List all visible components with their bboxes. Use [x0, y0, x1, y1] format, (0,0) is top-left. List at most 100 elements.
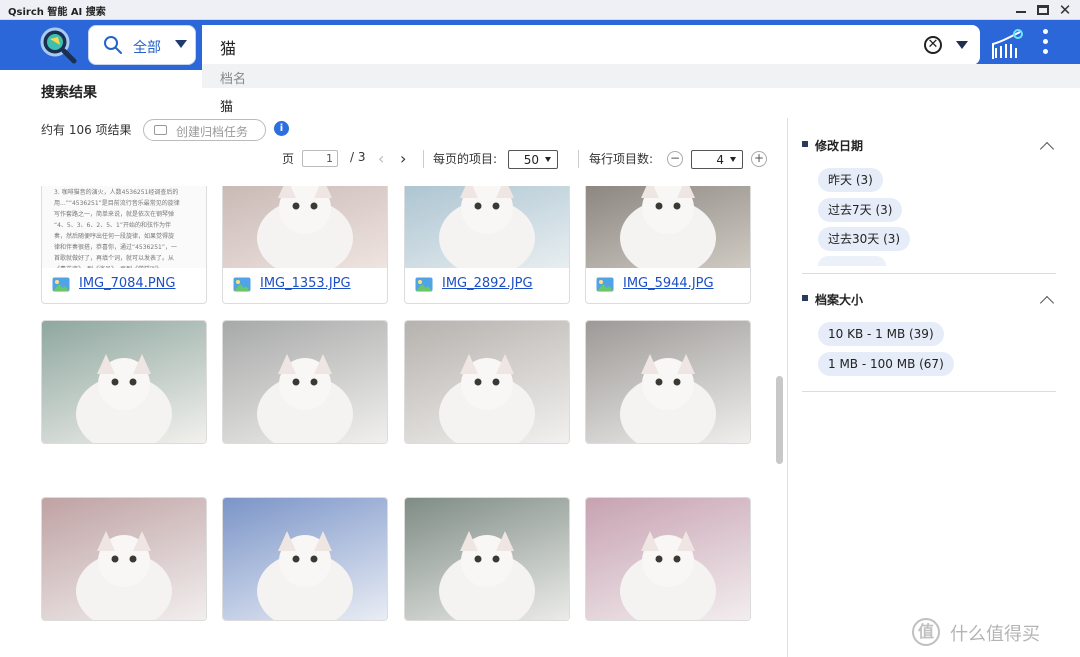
file-name-link[interactable]: IMG_5944.JPG — [623, 276, 714, 291]
filter-chip[interactable]: 昨天 (3) — [818, 168, 883, 192]
chevron-up-icon[interactable] — [1039, 141, 1055, 157]
page-label: 页 — [282, 152, 295, 166]
filter-chip[interactable]: 过去7天 (3) — [818, 198, 903, 222]
minimize-icon[interactable] — [1014, 3, 1028, 17]
result-card[interactable]: IMG_5666.JPG — [41, 497, 207, 621]
create-archive-button[interactable]: 创建归档任务 — [143, 119, 266, 141]
divider — [578, 150, 579, 168]
image-thumbnail[interactable] — [223, 321, 387, 443]
results-grid: 3. 咖啡猫音的演火，人数4536251经调查后的 用...”“4536251”是… — [0, 186, 775, 657]
close-icon[interactable]: ✕ — [1058, 3, 1072, 18]
cat-photo — [439, 531, 535, 620]
search-input[interactable]: 猫 ✕ — [202, 25, 980, 65]
image-thumbnail[interactable] — [405, 321, 569, 443]
document-preview-line: 3. 咖啡猫音的演火，人数4536251经调查后的 — [54, 189, 179, 196]
document-preview-line: 奏，然后随便哼出任何一段旋律，如果觉得旋 — [54, 233, 175, 240]
filter-chip-partial — [818, 256, 886, 266]
cat-photo — [257, 186, 353, 268]
cat-photo — [257, 354, 353, 443]
decrease-columns-button[interactable]: − — [667, 151, 683, 167]
result-card[interactable]: IMG_1353.JPG — [222, 186, 388, 304]
result-card[interactable]: IMG_5651.JPG — [404, 497, 570, 621]
maximize-icon[interactable] — [1036, 3, 1050, 17]
scrollbar-thumb[interactable] — [776, 376, 783, 464]
per-page-label: 每页的项目: — [433, 152, 498, 166]
image-thumbnail[interactable] — [586, 498, 750, 620]
prev-page-icon[interactable]: ‹ — [378, 151, 384, 167]
image-thumbnail[interactable] — [223, 186, 387, 268]
image-thumbnail[interactable]: 3. 咖啡猫音的演火，人数4536251经调查后的 用...”“4536251”是… — [42, 186, 206, 268]
per-row-label: 每行项目数: — [589, 152, 654, 166]
per-row-select[interactable]: 4 — [691, 150, 743, 169]
suggestion-group-header: 档名 — [202, 64, 1080, 88]
image-thumbnail[interactable] — [405, 186, 569, 268]
result-card[interactable]: IMG_5736.JPG — [222, 320, 388, 444]
image-thumbnail[interactable] — [405, 498, 569, 620]
filter-date-title: 修改日期 — [815, 139, 864, 153]
file-name-link[interactable]: IMG_1353.JPG — [260, 276, 351, 291]
clear-icon[interactable]: ✕ — [924, 36, 942, 54]
info-icon[interactable]: i — [274, 121, 289, 136]
cat-photo — [257, 531, 353, 620]
next-page-icon[interactable]: › — [400, 151, 406, 167]
suggestion-item[interactable]: 猫 — [220, 96, 233, 115]
image-thumbnail[interactable] — [223, 498, 387, 620]
results-count: 约有 106 项结果 — [41, 123, 132, 137]
result-card[interactable]: IMG_5738.JPG — [41, 320, 207, 444]
divider — [802, 391, 1056, 392]
qsirch-logo-icon[interactable] — [38, 25, 78, 65]
ai-icon[interactable] — [990, 26, 1026, 62]
results-title: 搜索结果 — [41, 85, 97, 101]
cat-photo — [620, 531, 716, 620]
window-title: Qsirch 智能 AI 搜索 — [8, 7, 106, 18]
suggestion-group-label: 档名 — [220, 72, 247, 87]
scope-dropdown[interactable]: 全部 — [88, 25, 196, 65]
title-bar: Qsirch 智能 AI 搜索 ✕ — [0, 0, 1080, 20]
result-card[interactable]: IMG_5678.JPG — [222, 497, 388, 621]
chevron-up-icon[interactable] — [1039, 295, 1055, 311]
chevron-down-icon[interactable] — [956, 41, 968, 49]
search-query: 猫 — [220, 39, 237, 58]
image-file-icon — [233, 277, 251, 292]
bullet-icon — [802, 295, 808, 301]
page-total: / 3 — [350, 150, 366, 164]
result-card[interactable]: IMG_2892.JPG — [404, 186, 570, 304]
result-card[interactable]: IMG_5669.JPG — [585, 320, 751, 444]
cat-photo — [439, 354, 535, 443]
cat-photo — [439, 186, 535, 268]
cat-photo — [76, 354, 172, 443]
more-options-icon[interactable] — [1040, 29, 1050, 59]
filter-chip[interactable]: 1 MB - 100 MB (67) — [818, 352, 954, 376]
document-preview-line: 用...”“4536251”是目前流行音乐最常见的旋律 — [54, 200, 180, 207]
result-card[interactable]: 3. 咖啡猫音的演火，人数4536251经调查后的 用...”“4536251”是… — [41, 186, 207, 304]
search-header: 全部 猫 ✕ — [0, 20, 1080, 70]
document-preview-text: 3. 咖啡猫音的演火，人数4536251经调查后的 用...”“4536251”是… — [54, 187, 196, 268]
image-thumbnail[interactable] — [42, 321, 206, 443]
watermark-badge: 值 — [912, 618, 940, 646]
image-thumbnail[interactable] — [586, 321, 750, 443]
result-card[interactable]: IMG_5944.JPG — [585, 186, 751, 304]
search-icon — [104, 36, 122, 54]
chevron-down-icon — [175, 40, 187, 48]
per-page-select[interactable]: 50 — [508, 150, 558, 169]
increase-columns-button[interactable]: + — [751, 151, 767, 167]
result-card[interactable]: IMG_5673.JPG — [585, 497, 751, 621]
document-preview-line: 首歌就做好了，再填个词，就可以发表了。从 — [54, 255, 175, 262]
document-preview-line: 《青花瓷》，到《演员》，再到《学猫叫》， — [54, 264, 196, 268]
document-preview-line: “4、5、3、6、2、5、1”开始的和弦作为伴 — [54, 222, 171, 229]
image-thumbnail[interactable] — [586, 186, 750, 268]
filter-chip[interactable]: 过去30天 (3) — [818, 227, 911, 251]
image-file-icon — [52, 277, 70, 292]
per-row-value: 4 — [716, 153, 724, 167]
chevron-down-icon — [730, 157, 736, 162]
file-name-link[interactable]: IMG_2892.JPG — [442, 276, 533, 291]
image-thumbnail[interactable] — [42, 498, 206, 620]
file-name-link[interactable]: IMG_7084.PNG — [79, 276, 175, 291]
filter-chip[interactable]: 10 KB - 1 MB (39) — [818, 322, 944, 346]
cat-photo — [620, 186, 716, 268]
create-archive-label: 创建归档任务 — [176, 125, 249, 139]
divider — [423, 150, 424, 168]
result-card[interactable]: IMG_5733.JPG — [404, 320, 570, 444]
page-input[interactable]: 1 — [302, 150, 338, 167]
cat-photo — [620, 354, 716, 443]
